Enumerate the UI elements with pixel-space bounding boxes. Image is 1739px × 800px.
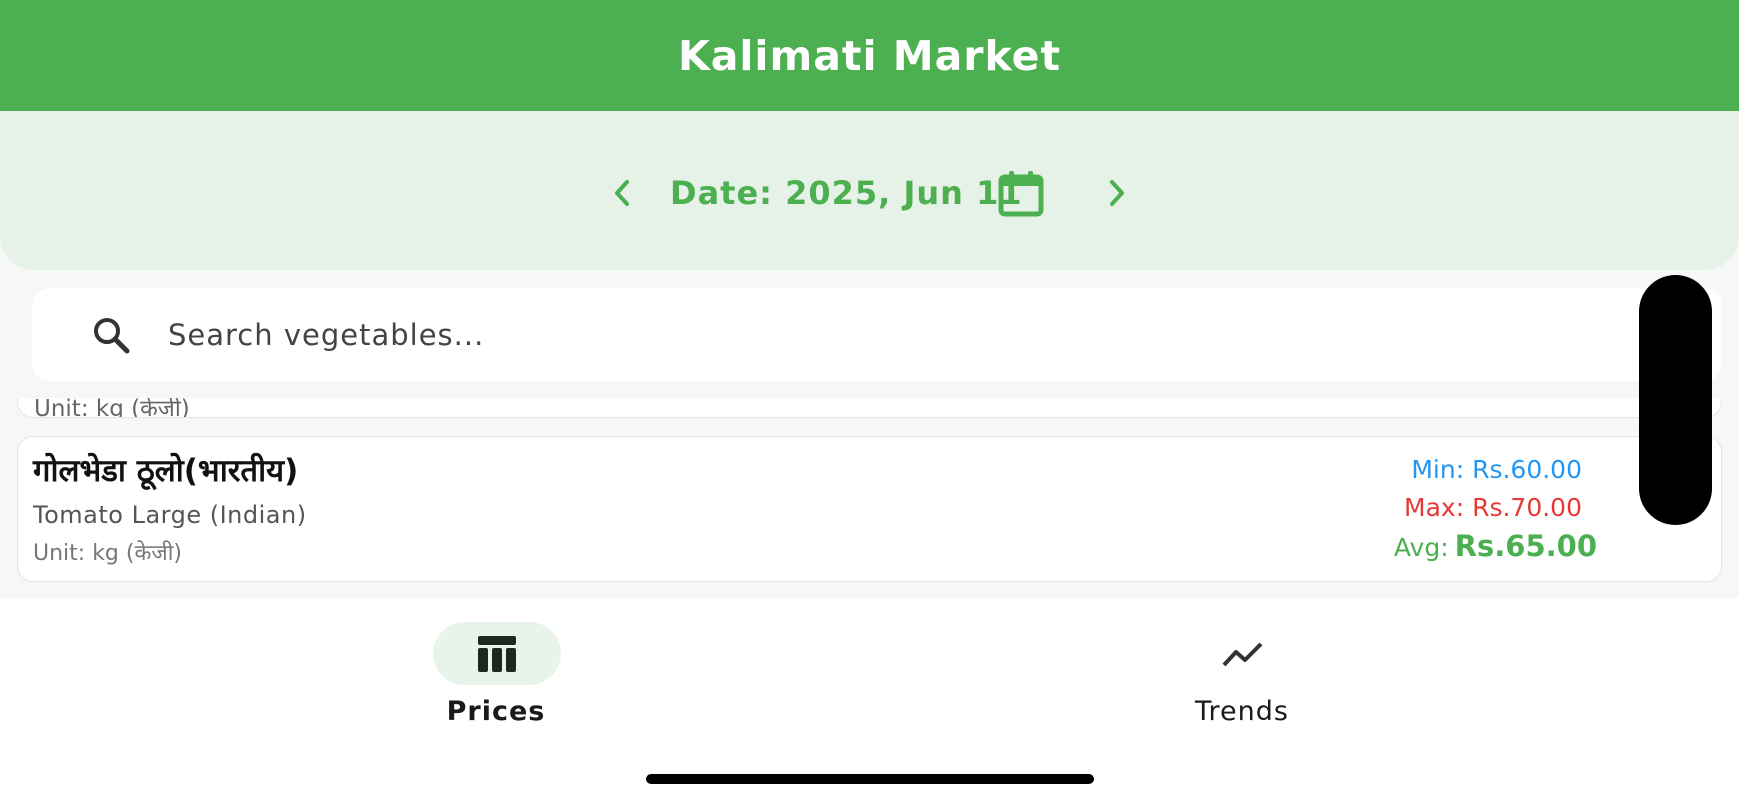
trending-icon	[1222, 642, 1263, 666]
scroll-handle[interactable]	[1639, 275, 1712, 525]
price-summary: Min: Rs.60.00 Max: Rs.70.00 Avg: Rs.65.00	[1277, 451, 1597, 565]
app-header: Kalimati Market	[0, 0, 1739, 111]
next-date-button[interactable]	[1093, 163, 1141, 223]
price-list[interactable]: Unit: kg (केजी) गोलभेडा ठूलो(भारतीय) Tom…	[0, 398, 1739, 598]
chevron-left-icon	[615, 180, 629, 206]
search-icon	[94, 318, 130, 354]
min-price: Min: Rs.60.00	[1411, 455, 1582, 484]
home-indicator[interactable]	[646, 774, 1094, 784]
item-unit: Unit: kg (केजी)	[34, 398, 190, 418]
avg-price-label: Avg:	[1393, 533, 1449, 562]
table-icon	[478, 635, 516, 672]
chevron-right-icon	[1110, 180, 1124, 206]
tab-prices-indicator	[433, 622, 561, 685]
date-selector-panel: Date: 2025, Jun 11	[0, 111, 1739, 270]
app-title: Kalimati Market	[677, 31, 1062, 80]
calendar-button[interactable]	[996, 168, 1046, 218]
avg-price-value: Rs.65.00	[1454, 529, 1597, 563]
tab-trends-indicator	[1179, 622, 1307, 685]
tab-trends[interactable]: Trends	[1092, 622, 1392, 742]
bottom-navigation: Prices Trends	[0, 598, 1739, 800]
tab-prices[interactable]: Prices	[346, 622, 646, 742]
search-bar[interactable]	[32, 288, 1722, 381]
tab-trends-label: Trends	[1195, 696, 1289, 727]
previous-date-button[interactable]	[598, 163, 646, 223]
list-item[interactable]: Unit: kg (केजी)	[17, 398, 1722, 418]
search-input[interactable]	[166, 304, 1670, 366]
tab-prices-label: Prices	[446, 696, 546, 727]
app-screen: Kalimati Market Date: 2025, Jun 11 Unit:…	[0, 0, 1739, 800]
current-date-label: Date: 2025, Jun 11	[670, 174, 1023, 212]
date-row: Date: 2025, Jun 11	[0, 163, 1739, 223]
item-name-nepali: गोलभेडा ठूलो(भारतीय)	[33, 453, 299, 489]
calendar-icon	[998, 171, 1044, 217]
item-unit: Unit: kg (केजी)	[33, 541, 182, 566]
max-price: Max: Rs.70.00	[1404, 493, 1582, 522]
avg-price: Avg: Rs.65.00	[1277, 527, 1597, 565]
item-name-english: Tomato Large (Indian)	[33, 501, 307, 529]
list-item[interactable]: गोलभेडा ठूलो(भारतीय) Tomato Large (India…	[17, 436, 1722, 582]
